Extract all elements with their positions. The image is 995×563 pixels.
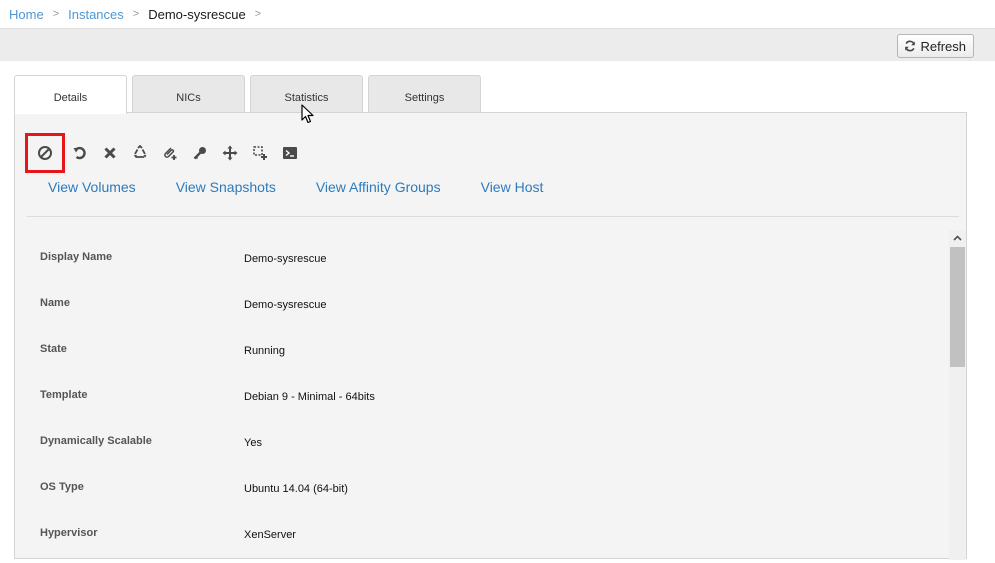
reboot-icon [73, 146, 86, 160]
breadcrumb-home[interactable]: Home [9, 7, 44, 22]
change-service-icon [253, 146, 267, 160]
refresh-label: Refresh [920, 38, 966, 54]
reinstall-icon [134, 145, 147, 158]
detail-value: Demo-sysrescue [244, 299, 327, 311]
breadcrumb-current: Demo-sysrescue [148, 6, 246, 22]
reinstall-instance-button[interactable] [125, 133, 155, 173]
refresh-icon [905, 40, 916, 52]
detail-row-dynamically-scalable: Dynamically Scalable Yes [27, 425, 947, 471]
detail-value: Running [244, 345, 285, 357]
migrate-icon [222, 145, 238, 161]
detail-label: Template [40, 389, 88, 401]
detail-row-template: Template Debian 9 - Minimal - 64bits [27, 379, 947, 425]
detail-label: Hypervisor [40, 527, 98, 539]
details-scrollbar[interactable] [949, 230, 966, 560]
detail-value: Ubuntu 14.04 (64-bit) [244, 483, 348, 495]
tab-bar: Details NICs Statistics Settings [14, 75, 486, 114]
detail-value: XenServer [244, 529, 296, 541]
destroy-icon [104, 147, 116, 159]
breadcrumb-instances[interactable]: Instances [68, 7, 124, 22]
reboot-instance-button[interactable] [65, 133, 95, 173]
reset-password-icon [193, 147, 206, 160]
detail-row-display-name: Display Name Demo-sysrescue [27, 241, 947, 287]
refresh-button[interactable]: Refresh [897, 34, 974, 58]
breadcrumb-separator: > [52, 8, 60, 20]
related-links: View Volumes View Snapshots View Affinit… [48, 179, 583, 195]
stop-instance-button[interactable] [25, 133, 65, 173]
divider [27, 216, 959, 217]
details-panel: View Volumes View Snapshots View Affinit… [14, 112, 967, 560]
mouse-cursor-icon [301, 104, 314, 124]
instance-actions [25, 133, 305, 173]
breadcrumb: Home > Instances > Demo-sysrescue > [0, 0, 995, 28]
change-service-offering-button[interactable] [245, 133, 275, 173]
stop-icon [38, 146, 52, 160]
scroll-thumb[interactable] [950, 247, 965, 367]
detail-label: Dynamically Scalable [40, 435, 152, 447]
detail-label: OS Type [40, 481, 84, 493]
detail-row-state: State Running [27, 333, 947, 379]
scroll-up-button[interactable] [949, 230, 966, 246]
attach-iso-button[interactable] [155, 133, 185, 173]
attach-iso-icon [164, 147, 177, 160]
chevron-up-icon [953, 235, 962, 241]
detail-label: Name [40, 297, 70, 309]
breadcrumb-separator: > [132, 8, 140, 20]
view-volumes-link[interactable]: View Volumes [48, 179, 136, 195]
tab-nics[interactable]: NICs [132, 75, 245, 113]
console-icon [283, 147, 297, 159]
detail-row-name: Name Demo-sysrescue [27, 287, 947, 333]
reset-password-button[interactable] [185, 133, 215, 173]
view-affinity-groups-link[interactable]: View Affinity Groups [316, 179, 441, 195]
top-toolbar: Refresh [0, 28, 995, 61]
view-console-button[interactable] [275, 133, 305, 173]
breadcrumb-separator: > [254, 8, 262, 20]
details-list: Display Name Demo-sysrescue Name Demo-sy… [27, 241, 947, 563]
detail-value: Yes [244, 437, 262, 449]
tab-settings[interactable]: Settings [368, 75, 481, 113]
detail-row-hypervisor: Hypervisor XenServer [27, 517, 947, 563]
detail-label: Display Name [40, 251, 113, 263]
migrate-instance-button[interactable] [215, 133, 245, 173]
view-snapshots-link[interactable]: View Snapshots [176, 179, 276, 195]
detail-value: Debian 9 - Minimal - 64bits [244, 391, 375, 403]
detail-label: State [40, 343, 67, 355]
view-host-link[interactable]: View Host [481, 179, 544, 195]
tab-details[interactable]: Details [14, 75, 127, 114]
destroy-instance-button[interactable] [95, 133, 125, 173]
detail-row-os-type: OS Type Ubuntu 14.04 (64-bit) [27, 471, 947, 517]
detail-value: Demo-sysrescue [244, 253, 327, 265]
